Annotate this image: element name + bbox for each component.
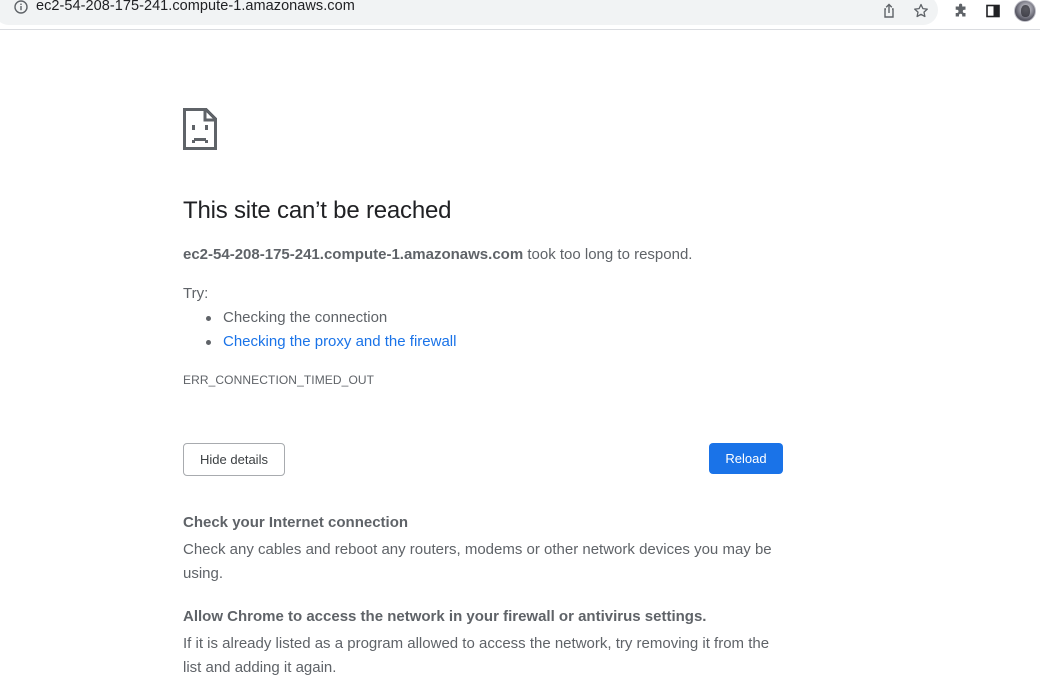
detail-body-internet: Check any cables and reboot any routers,… — [183, 541, 772, 582]
summary-text: took too long to respond. — [523, 246, 693, 263]
url-text[interactable]: ec2-54-208-175-241.compute-1.amazonaws.c… — [36, 0, 355, 14]
side-panel-icon[interactable] — [984, 2, 1002, 20]
bookmark-star-icon[interactable] — [912, 2, 930, 20]
suggestion-check-connection: Checking the connection — [223, 309, 388, 326]
page-title: This site can’t be reached — [183, 197, 452, 224]
profile-avatar[interactable] — [1014, 0, 1036, 22]
detail-heading-internet: Check your Internet connection — [183, 514, 409, 531]
hide-details-button[interactable]: Hide details — [183, 443, 285, 476]
detail-body-firewall: If it is already listed as a program all… — [183, 635, 770, 676]
host-name: ec2-54-208-175-241.compute-1.amazonaws.c… — [183, 246, 524, 263]
try-label: Try: — [183, 285, 209, 302]
extensions-puzzle-icon[interactable] — [952, 2, 970, 20]
error-summary: ec2-54-208-175-241.compute-1.amazonaws.c… — [183, 246, 692, 263]
suggestion-item: Checking the connection — [183, 309, 456, 333]
suggestion-proxy-firewall-link[interactable]: Checking the proxy and the firewall — [223, 333, 456, 350]
share-icon[interactable] — [880, 2, 898, 20]
suggestions-list: Checking the connection Checking the pro… — [183, 309, 456, 357]
address-bar[interactable]: ec2-54-208-175-241.compute-1.amazonaws.c… — [0, 0, 938, 25]
error-code: ERR_CONNECTION_TIMED_OUT — [183, 373, 375, 387]
sad-page-icon — [183, 108, 217, 150]
browser-toolbar: ec2-54-208-175-241.compute-1.amazonaws.c… — [0, 0, 1040, 30]
info-icon[interactable] — [14, 0, 28, 14]
reload-button[interactable]: Reload — [709, 443, 783, 474]
suggestion-item: Checking the proxy and the firewall — [183, 333, 456, 357]
detail-heading-firewall: Allow Chrome to access the network in yo… — [183, 608, 707, 625]
